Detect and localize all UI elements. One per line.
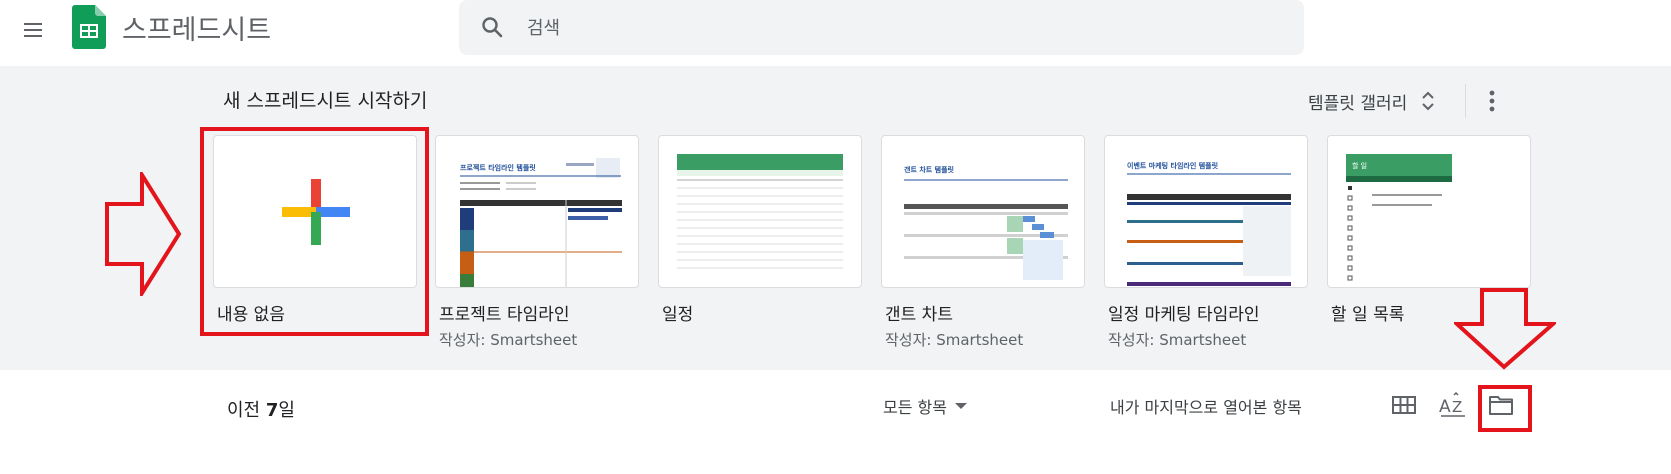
template-author: 작성자: Smartsheet xyxy=(885,331,1024,349)
template-section: 새 스프레드시트 시작하기 템플릿 갤러리 내용 없음 프로젝트 타임라인 템플… xyxy=(0,66,1671,370)
template-thumbnail[interactable]: 이벤트 마케팅 타임라인 템플릿 xyxy=(1104,135,1308,288)
grid-view-icon[interactable] xyxy=(1389,390,1419,420)
template-name: 일정 마케팅 타임라인 xyxy=(1108,305,1260,325)
template-card-schedule[interactable]: 일정 xyxy=(658,135,862,325)
svg-text:A: A xyxy=(1439,397,1451,417)
thumbnail-preview: 이벤트 마케팅 타임라인 템플릿 xyxy=(1127,161,1291,286)
thumbnail-preview: 할 일 xyxy=(1346,154,1452,281)
recent-section-title: 이전 7일 xyxy=(227,400,295,421)
search-input[interactable] xyxy=(525,10,1269,46)
highlight-box xyxy=(200,127,429,336)
owner-filter-dropdown[interactable]: 모든 항목 xyxy=(883,394,967,418)
sheets-logo-icon[interactable] xyxy=(72,5,106,49)
template-gallery-label: 템플릿 갤러리 xyxy=(1308,93,1408,114)
template-card-gantt-chart[interactable]: 갠트 차트 템플릿 갠트 차트 작성자: Smartsheet xyxy=(881,135,1085,350)
owner-filter-label: 모든 항목 xyxy=(883,398,947,417)
sort-label[interactable]: 내가 마지막으로 열어본 항목 xyxy=(1110,394,1302,418)
right-arrow-annotation-icon xyxy=(105,172,182,296)
template-author: 작성자: Smartsheet xyxy=(1108,331,1247,349)
template-card-event-marketing[interactable]: 이벤트 마케팅 타임라인 템플릿 일정 마케팅 타임라인 작성자: Smarts… xyxy=(1104,135,1308,350)
template-name: 프로젝트 타임라인 xyxy=(439,305,570,325)
svg-text:이벤트 마케팅 타임라인 템플릿: 이벤트 마케팅 타임라인 템플릿 xyxy=(1127,161,1219,170)
template-thumbnail[interactable]: 프로젝트 타임라인 템플릿 xyxy=(435,135,639,288)
dropdown-arrow-icon xyxy=(954,403,967,409)
app-title[interactable]: 스프레드시트 xyxy=(122,8,271,47)
thumbnail-preview: 갠트 차트 템플릿 xyxy=(904,165,1068,280)
search-icon[interactable] xyxy=(477,12,507,42)
section-title: 새 스프레드시트 시작하기 xyxy=(223,90,428,112)
unfold-icon xyxy=(1421,90,1435,112)
svg-text:할 일: 할 일 xyxy=(1352,161,1367,170)
template-thumbnail[interactable] xyxy=(658,135,862,288)
search-box[interactable] xyxy=(459,0,1304,55)
more-options-icon[interactable] xyxy=(1478,86,1506,116)
template-name: 일정 xyxy=(662,305,694,325)
template-thumbnail[interactable]: 할 일 xyxy=(1327,135,1531,288)
svg-text:프로젝트 타임라인 템플릿: 프로젝트 타임라인 템플릿 xyxy=(460,163,536,172)
template-card-project-timeline[interactable]: 프로젝트 타임라인 템플릿 프로젝트 타임라인 작성자: Smartsheet xyxy=(435,135,639,350)
template-name: 갠트 차트 xyxy=(885,305,953,325)
thumbnail-preview: 프로젝트 타임라인 템플릿 xyxy=(460,158,622,287)
template-author: 작성자: Smartsheet xyxy=(439,331,578,349)
svg-text:갠트 차트 템플릿: 갠트 차트 템플릿 xyxy=(904,165,955,174)
menu-icon[interactable] xyxy=(18,15,48,45)
svg-text:Z: Z xyxy=(1452,398,1462,416)
thumbnail-preview xyxy=(677,154,843,269)
app-header: 스프레드시트 xyxy=(0,0,1671,66)
down-arrow-annotation-icon xyxy=(1454,288,1556,370)
divider xyxy=(1465,84,1466,118)
highlight-box xyxy=(1478,385,1532,432)
sort-az-icon[interactable]: A Z xyxy=(1438,390,1468,420)
template-thumbnail[interactable]: 갠트 차트 템플릿 xyxy=(881,135,1085,288)
template-gallery-button[interactable]: 템플릿 갤러리 xyxy=(1308,86,1435,116)
recent-files-bar: 이전 7일 모든 항목 내가 마지막으로 열어본 항목 A Z xyxy=(0,370,1671,474)
